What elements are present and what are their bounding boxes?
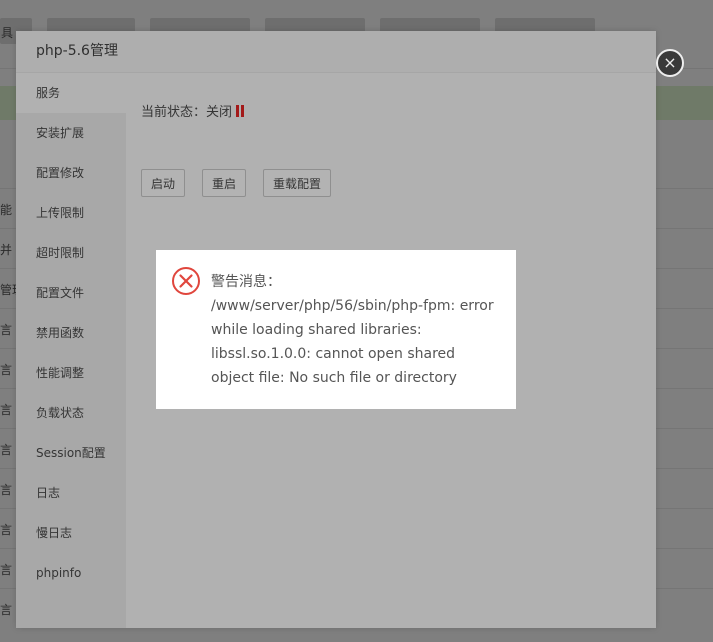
sidebar-item-upload-limit[interactable]: 上传限制	[16, 193, 126, 233]
sidebar-item-load-status[interactable]: 负载状态	[16, 393, 126, 433]
dialog-sidebar: 服务 安装扩展 配置修改 上传限制 超时限制 配置文件 禁用函数 性能调整 负载…	[16, 73, 126, 628]
bg-row-text: 言	[0, 403, 13, 417]
close-icon[interactable]: ×	[656, 49, 684, 77]
bg-row-text: 言	[0, 443, 13, 457]
pause-icon	[236, 105, 245, 117]
sidebar-item-service[interactable]: 服务	[16, 73, 126, 113]
service-status: 当前状态：关闭	[141, 101, 245, 120]
alert-title: 警告消息：	[211, 274, 281, 290]
status-value: 关闭	[206, 105, 233, 120]
bg-row-text: 言	[0, 563, 13, 577]
bg-row-text: 言	[0, 323, 13, 337]
bg-row-text: 管理	[0, 283, 16, 297]
alert-text: 警告消息： /www/server/php/56/sbin/php-fpm: e…	[211, 270, 501, 390]
bg-row-text: 并	[0, 243, 13, 257]
restart-button[interactable]: 重启	[202, 169, 247, 197]
sidebar-item-log[interactable]: 日志	[16, 473, 126, 513]
sidebar-item-slow-log[interactable]: 慢日志	[16, 513, 126, 553]
error-circle-icon	[172, 267, 200, 295]
error-alert: 警告消息： /www/server/php/56/sbin/php-fpm: e…	[156, 250, 516, 409]
bg-row-text: 言	[0, 523, 13, 537]
sidebar-item-config-file[interactable]: 配置文件	[16, 273, 126, 313]
sidebar-item-session-config[interactable]: Session配置	[16, 433, 126, 473]
sidebar-item-config-edit[interactable]: 配置修改	[16, 153, 126, 193]
dialog-title: php-5.6管理	[16, 31, 656, 73]
bg-row-text: 言	[0, 483, 13, 497]
reload-config-button[interactable]: 重载配置	[263, 169, 332, 197]
bg-row-text: 能	[0, 203, 13, 217]
sidebar-item-phpinfo[interactable]: phpinfo	[16, 553, 126, 593]
bg-row-text: 言	[0, 363, 13, 377]
sidebar-item-timeout-limit[interactable]: 超时限制	[16, 233, 126, 273]
sidebar-item-install-extensions[interactable]: 安装扩展	[16, 113, 126, 153]
sidebar-item-performance-tuning[interactable]: 性能调整	[16, 353, 126, 393]
alert-message: /www/server/php/56/sbin/php-fpm: error w…	[211, 298, 494, 386]
start-button[interactable]: 启动	[141, 169, 186, 197]
bg-row-text: 言	[0, 603, 13, 617]
sidebar-item-disabled-functions[interactable]: 禁用函数	[16, 313, 126, 353]
status-label: 当前状态：	[141, 105, 207, 120]
